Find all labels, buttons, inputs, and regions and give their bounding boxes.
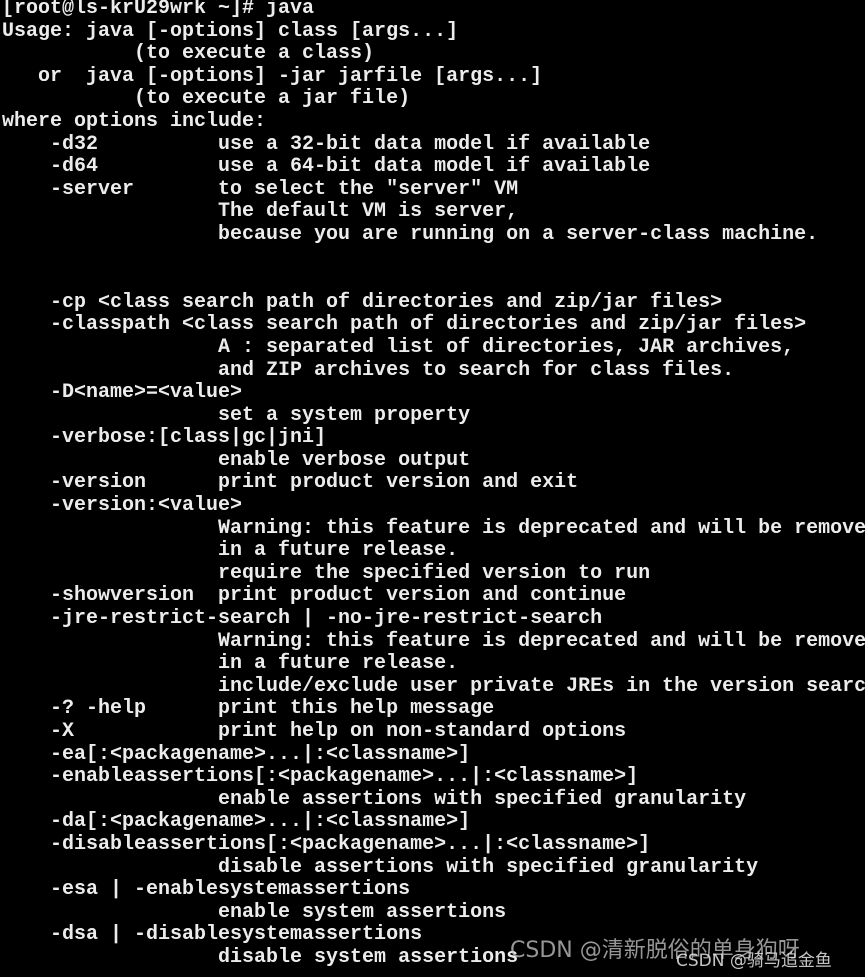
terminal-line: -verbose:[class|gc|jni] bbox=[2, 426, 327, 450]
terminal-line: A : separated list of directories, JAR a… bbox=[2, 335, 795, 359]
terminal-line: -X print help on non-standard options bbox=[2, 720, 627, 743]
terminal-line: enable assertions with specified granula… bbox=[2, 787, 747, 811]
terminal-line: -ea[:<packagename>...|:<classname>] bbox=[2, 742, 471, 766]
terminal-line: Usage: java [-options] class [args...] bbox=[2, 19, 459, 43]
terminal-line: (to execute a class) bbox=[2, 42, 375, 66]
terminal-line: (to execute a jar file) bbox=[2, 87, 411, 111]
terminal-line: -classpath <class search path of directo… bbox=[2, 313, 807, 337]
terminal-line: -disableassertions[:<packagename>...|:<c… bbox=[2, 832, 651, 856]
terminal-line: and ZIP archives to search for class fil… bbox=[2, 358, 735, 382]
terminal-line: in a future release. bbox=[2, 539, 459, 563]
terminal-line: disable assertions with specified granul… bbox=[2, 855, 759, 879]
terminal-line: set a system property bbox=[2, 403, 471, 427]
terminal-line: -esa | -enablesystemassertions bbox=[2, 878, 411, 902]
terminal-line: -server to select the "server" VM bbox=[2, 177, 519, 201]
terminal-line: or java [-options] -jar jarfile [args...… bbox=[2, 64, 543, 88]
terminal-line: because you are running on a server-clas… bbox=[2, 222, 819, 246]
terminal-line: include/exclude user private JREs in the… bbox=[2, 674, 865, 698]
terminal-line: -enableassertions[:<packagename>...|:<cl… bbox=[2, 765, 639, 789]
terminal-line: in a future release. bbox=[2, 652, 459, 676]
terminal-line: -jre-restrict-search | -no-jre-restrict-… bbox=[2, 607, 603, 631]
terminal-line: require the specified version to run bbox=[2, 561, 651, 585]
watermark-secondary: CSDN @骑马追金鱼 bbox=[676, 951, 832, 971]
terminal-line: Warning: this feature is deprecated and … bbox=[2, 516, 865, 540]
terminal-line: Warning: this feature is deprecated and … bbox=[2, 629, 865, 653]
terminal-output: [root@ls-krU29wrk ~]# java Usage: java [-… bbox=[2, 0, 865, 977]
terminal-line: -d64 use a 64-bit data model if availabl… bbox=[2, 155, 651, 179]
terminal-line: -? -help print this help message bbox=[2, 697, 495, 721]
terminal-line: enable system assertions bbox=[2, 900, 507, 924]
terminal-line: The default VM is server, bbox=[2, 200, 519, 224]
terminal-line: -cp <class search path of directories an… bbox=[2, 290, 723, 314]
terminal-line: -version:<value> bbox=[2, 494, 243, 518]
terminal-line: -d32 use a 32-bit data model if availabl… bbox=[2, 132, 651, 156]
shell-prompt-line: [root@ls-krU29wrk ~]# java bbox=[2, 0, 315, 20]
terminal-line: -version print product version and exit bbox=[2, 471, 579, 495]
terminal-line: -showversion print product version and c… bbox=[2, 584, 627, 608]
terminal-line: -D<name>=<value> bbox=[2, 381, 243, 405]
terminal-line: -da[:<packagename>...|:<classname>] bbox=[2, 810, 471, 834]
terminal-line: enable verbose output bbox=[2, 448, 471, 472]
terminal-line: where options include: bbox=[2, 109, 267, 133]
